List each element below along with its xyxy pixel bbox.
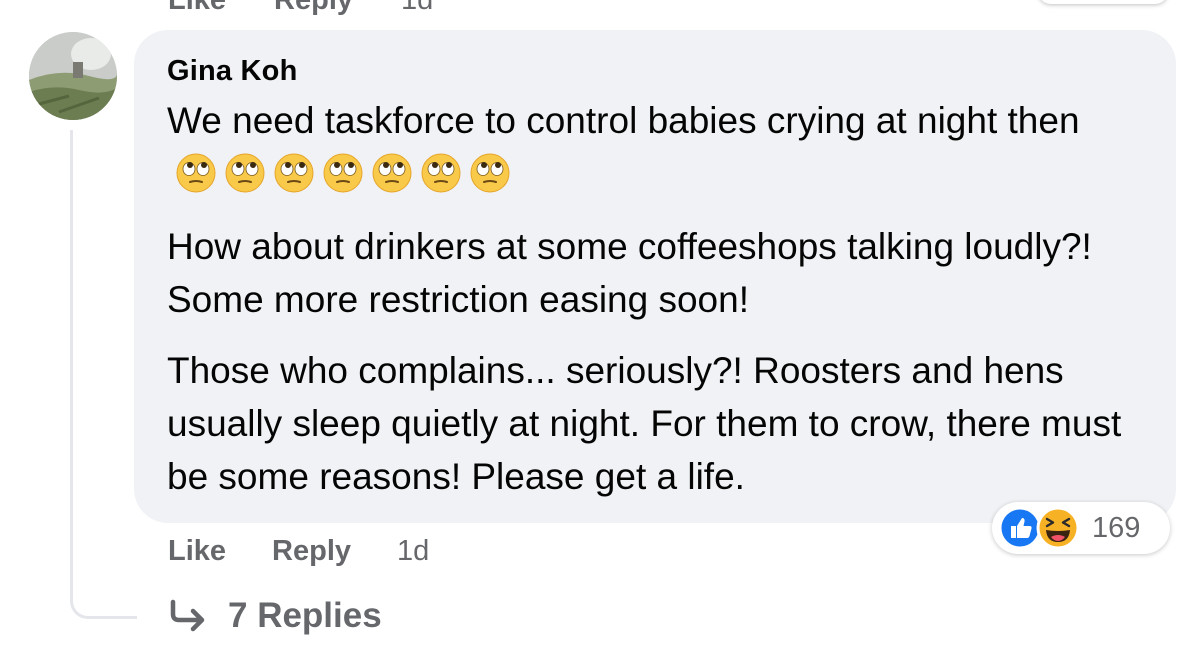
previous-reactions-pill[interactable] (1038, 0, 1168, 4)
comment-actions: Like Reply 1d (168, 530, 429, 572)
comment-timestamp[interactable]: 1d (397, 535, 429, 568)
face-with-rolling-eyes-icon (225, 153, 265, 193)
face-with-rolling-eyes-icon (470, 153, 510, 193)
reactions-summary[interactable]: 169 (992, 502, 1170, 554)
face-with-rolling-eyes-icon (323, 153, 363, 193)
previous-reply-button[interactable]: Reply (274, 0, 353, 17)
like-button[interactable]: Like (168, 535, 226, 568)
previous-like-button[interactable]: Like (168, 0, 226, 17)
comment-bubble: Gina Koh We need taskforce to control ba… (134, 30, 1176, 523)
avatar-photo-icon (29, 32, 117, 120)
reply-button[interactable]: Reply (272, 535, 351, 568)
avatar[interactable] (29, 32, 117, 120)
face-with-rolling-eyes-icon (274, 153, 314, 193)
previous-timestamp: 1d (401, 0, 434, 16)
comment-paragraph-2: How about drinkers at some coffeeshops t… (167, 226, 1092, 320)
comment-author[interactable]: Gina Koh (167, 52, 1140, 90)
previous-comment-actions: Like Reply 1d (168, 0, 433, 17)
view-replies-link[interactable]: 7 Replies (168, 592, 382, 640)
comment-paragraph-1-text: We need taskforce to control babies cryi… (167, 100, 1080, 141)
face-with-rolling-eyes-icon (421, 153, 461, 193)
face-with-rolling-eyes-icon (176, 153, 216, 193)
reaction-count: 169 (1092, 511, 1141, 544)
replies-count-label: 7 Replies (228, 596, 382, 635)
comment-paragraph-3: Those who complains... seriously?! Roost… (167, 350, 1122, 497)
emoji-row (175, 152, 511, 194)
reply-arrow-icon (170, 599, 205, 632)
comment-paragraph-1: We need taskforce to control babies cryi… (167, 94, 1140, 200)
thread-connector-line (70, 130, 137, 619)
haha-reaction-icon (1036, 506, 1080, 550)
face-with-rolling-eyes-icon (372, 153, 412, 193)
